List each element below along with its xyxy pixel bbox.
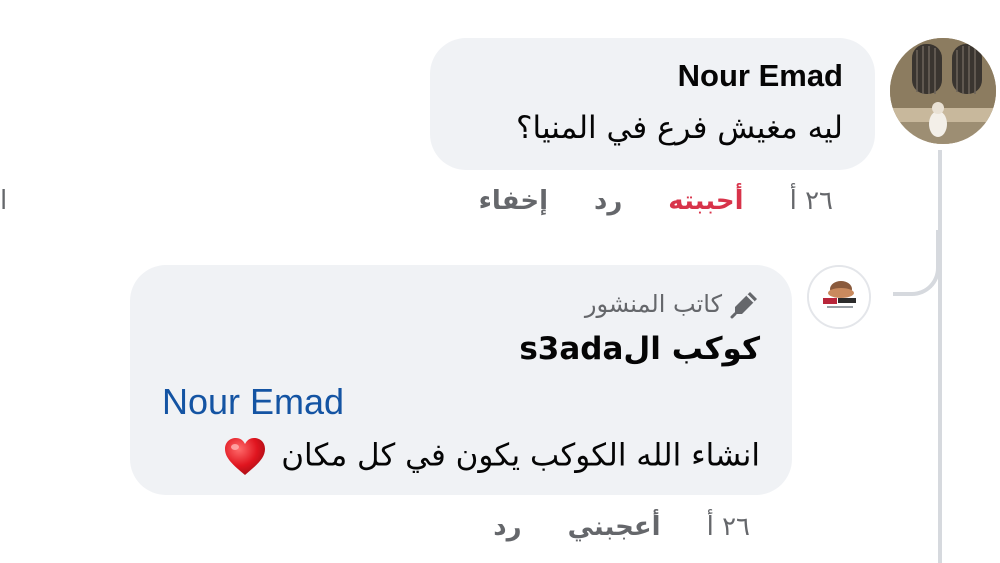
reply-timestamp[interactable]: ٢٦ أ xyxy=(707,512,750,542)
comment-author-name[interactable]: Nour Emad xyxy=(678,58,843,94)
avatar-photo-icon xyxy=(890,38,996,144)
reply-branch-line xyxy=(893,230,940,296)
reply-reply-button[interactable]: رد xyxy=(493,512,521,542)
author-badge-label: كاتب المنشور xyxy=(584,290,722,318)
comment-hide-button[interactable]: إخفاء xyxy=(479,186,548,216)
comment-thread: Nour Emad ليه مغيش فرع في المنيا؟ ٢٦ أ أ… xyxy=(0,0,1000,563)
page-logo-icon xyxy=(809,267,869,327)
comment-actions: ٢٦ أ أحببته رد إخفاء xyxy=(479,186,833,216)
red-heart-emoji-icon xyxy=(225,438,266,475)
thread-connector-line xyxy=(938,150,942,563)
page-avatar[interactable] xyxy=(807,265,871,329)
reply-actions: ٢٦ أ أعجبني رد xyxy=(493,512,750,542)
comment-text: ليه مغيش فرع في المنيا؟ xyxy=(516,110,843,146)
reply-text-content: انشاء الله الكوكب يكون في كل مكان xyxy=(281,437,760,474)
comment-reply-button[interactable]: رد xyxy=(594,186,622,216)
reply-author-name[interactable]: كوكب الs3ada xyxy=(519,331,760,367)
mention-link[interactable]: Nour Emad xyxy=(162,381,344,423)
reply-bubble: كاتب المنشور كوكب الs3ada Nour Emad انشا… xyxy=(130,265,792,495)
author-badge: كاتب المنشور xyxy=(585,289,760,319)
comment-like-button[interactable]: أحببته xyxy=(668,186,743,216)
pen-icon xyxy=(730,292,757,319)
reply-text: انشاء الله الكوكب يكون في كل مكان xyxy=(223,437,760,477)
clipped-text-fragment: ا xyxy=(0,186,8,216)
reply-like-button[interactable]: أعجبني xyxy=(568,512,661,542)
commenter-avatar[interactable] xyxy=(890,38,996,144)
comment-bubble: Nour Emad ليه مغيش فرع في المنيا؟ xyxy=(430,38,875,170)
comment-timestamp[interactable]: ٢٦ أ xyxy=(790,186,833,216)
